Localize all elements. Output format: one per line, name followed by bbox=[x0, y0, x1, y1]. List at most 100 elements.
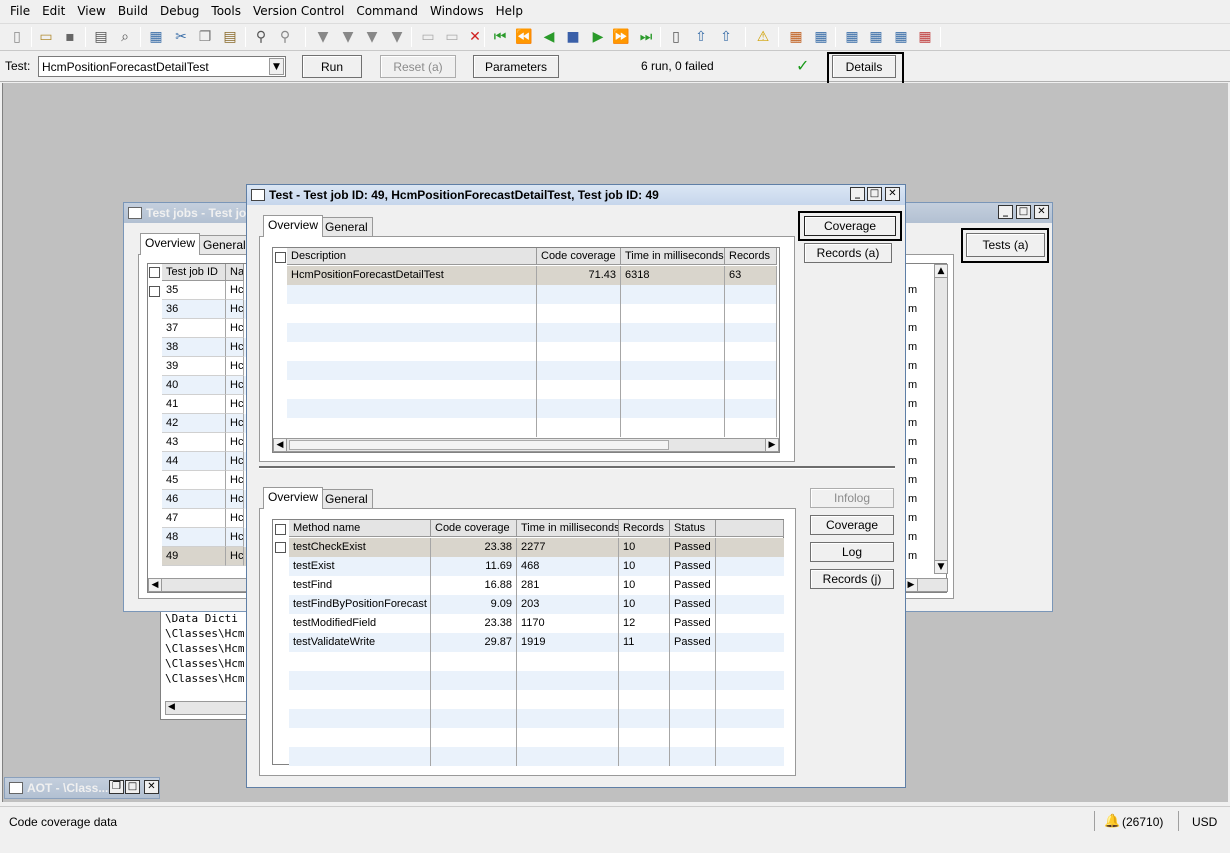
close-icon[interactable]: ✕ bbox=[1034, 205, 1049, 219]
parameters-button[interactable]: Parameters bbox=[473, 55, 559, 78]
alert-icon[interactable]: ⚠ bbox=[754, 28, 772, 46]
method-name-cell[interactable]: testCheckExist bbox=[289, 538, 431, 557]
filter-selection-icon[interactable]: ▼ bbox=[339, 28, 357, 46]
test-job-name-cell[interactable]: Hc bbox=[226, 547, 244, 566]
test-combobox[interactable]: HcmPositionForecastDetailTest ▼ bbox=[38, 56, 286, 77]
menu-debug[interactable]: Debug bbox=[154, 1, 205, 21]
test-job-id-cell[interactable]: 40 bbox=[162, 376, 226, 395]
records-a-button[interactable]: Records (a) bbox=[804, 243, 892, 263]
bell-icon[interactable]: 🔔 bbox=[1104, 813, 1120, 829]
grid-icon[interactable]: ▭ bbox=[419, 28, 437, 46]
lower-col-header[interactable]: Records bbox=[619, 520, 670, 537]
select-all-checkbox[interactable] bbox=[149, 267, 160, 278]
test-job-name-cell[interactable]: Hc bbox=[226, 490, 244, 509]
maximize-icon[interactable]: □ bbox=[125, 780, 140, 794]
first-record-icon[interactable]: ⏮ bbox=[491, 28, 509, 46]
summary-time-cell[interactable]: 6318 bbox=[621, 266, 725, 285]
lower-col-header[interactable]: Method name bbox=[289, 520, 431, 537]
upper-col-header[interactable]: Description bbox=[287, 248, 537, 265]
test-job-name-cell[interactable]: Hc bbox=[226, 357, 244, 376]
method-name-cell[interactable]: testValidateWrite bbox=[289, 633, 431, 652]
tab-overview-lower[interactable]: Overview bbox=[263, 487, 324, 509]
scroll-right-icon[interactable]: ▶ bbox=[904, 578, 918, 592]
method-records-cell[interactable]: 12 bbox=[619, 614, 670, 633]
checklist-icon[interactable]: ▦ bbox=[916, 28, 934, 46]
test-job-id-cell[interactable]: 38 bbox=[162, 338, 226, 357]
remove-filter-icon[interactable]: ▼ bbox=[388, 28, 406, 46]
list-icon[interactable]: ▦ bbox=[812, 28, 830, 46]
tab-general[interactable]: General bbox=[198, 235, 251, 255]
lower-col-header[interactable]: Code coverage bbox=[431, 520, 517, 537]
test-job-name-cell[interactable]: Hc bbox=[226, 509, 244, 528]
scroll-right-icon[interactable]: ▶ bbox=[765, 438, 779, 452]
open-icon[interactable]: ▭ bbox=[37, 28, 55, 46]
advanced-filter-icon[interactable]: ▼ bbox=[363, 28, 381, 46]
find-icon[interactable]: ⚲ bbox=[252, 28, 270, 46]
stop-icon[interactable]: ■ bbox=[564, 28, 582, 46]
infolog-scrollbar[interactable]: ◀ bbox=[165, 701, 255, 715]
method-status-cell[interactable]: Passed bbox=[670, 538, 716, 557]
row-checkbox[interactable] bbox=[275, 542, 286, 553]
print-icon[interactable]: ▤ bbox=[92, 28, 110, 46]
test-job-name-cell[interactable]: Hc bbox=[226, 338, 244, 357]
menu-version-control[interactable]: Version Control bbox=[247, 1, 350, 21]
close-icon[interactable]: ✕ bbox=[144, 780, 159, 794]
test-job-id-cell[interactable]: 36 bbox=[162, 300, 226, 319]
tab-overview-upper[interactable]: Overview bbox=[263, 215, 324, 237]
scroll-down-icon[interactable]: ▼ bbox=[934, 560, 948, 574]
menu-tools[interactable]: Tools bbox=[205, 1, 247, 21]
method-time-cell[interactable]: 281 bbox=[517, 576, 619, 595]
method-time-cell[interactable]: 1919 bbox=[517, 633, 619, 652]
delete-icon[interactable]: ✕ bbox=[466, 28, 484, 46]
test-job-id-cell[interactable]: 46 bbox=[162, 490, 226, 509]
select-all-checkbox[interactable] bbox=[275, 524, 286, 535]
test-job-id-cell[interactable]: 44 bbox=[162, 452, 226, 471]
coverage-lower-button[interactable]: Coverage bbox=[810, 515, 894, 535]
test-job-name-cell[interactable]: Hc bbox=[226, 452, 244, 471]
splitter[interactable] bbox=[259, 466, 895, 469]
reset-button[interactable]: Reset (a) bbox=[380, 55, 456, 78]
method-coverage-cell[interactable]: 29.87 bbox=[431, 633, 517, 652]
method-coverage-cell[interactable]: 23.38 bbox=[431, 538, 517, 557]
export-icon[interactable]: ⇧ bbox=[692, 28, 710, 46]
currency[interactable]: USD bbox=[1192, 815, 1217, 829]
method-name-cell[interactable]: testFind bbox=[289, 576, 431, 595]
test-job-name-cell[interactable]: Hc bbox=[226, 376, 244, 395]
test-job-name-cell[interactable]: Hc bbox=[226, 300, 244, 319]
method-status-cell[interactable]: Passed bbox=[670, 557, 716, 576]
scrollbar-thumb[interactable] bbox=[289, 440, 669, 450]
method-records-cell[interactable]: 10 bbox=[619, 557, 670, 576]
summary-records-cell[interactable]: 63 bbox=[725, 266, 777, 285]
menu-command[interactable]: Command bbox=[350, 1, 424, 21]
method-coverage-cell[interactable]: 9.09 bbox=[431, 595, 517, 614]
lower-col-header[interactable]: Time in milliseconds bbox=[517, 520, 619, 537]
project-icon[interactable]: ▦ bbox=[892, 28, 910, 46]
new-icon[interactable]: ▯ bbox=[8, 28, 26, 46]
method-records-cell[interactable]: 10 bbox=[619, 576, 670, 595]
save-icon[interactable]: ▪ bbox=[61, 28, 79, 46]
test-job-id-cell[interactable]: 49 bbox=[162, 547, 226, 566]
method-name-cell[interactable]: testModifiedField bbox=[289, 614, 431, 633]
test-job-id-cell[interactable]: 48 bbox=[162, 528, 226, 547]
paste-icon[interactable]: ▤ bbox=[221, 28, 239, 46]
restore-icon[interactable]: ❐ bbox=[109, 780, 124, 794]
tab-general-lower[interactable]: General bbox=[320, 489, 373, 509]
method-coverage-cell[interactable]: 11.69 bbox=[431, 557, 517, 576]
coverage-button[interactable]: Coverage bbox=[804, 216, 896, 236]
method-time-cell[interactable]: 1170 bbox=[517, 614, 619, 633]
upper-col-header[interactable]: Records bbox=[725, 248, 777, 265]
col-name[interactable]: Na bbox=[226, 264, 244, 281]
scroll-up-icon[interactable]: ▲ bbox=[934, 264, 948, 278]
upper-col-header[interactable]: Time in milliseconds bbox=[621, 248, 725, 265]
tab-overview[interactable]: Overview bbox=[140, 233, 201, 255]
minimize-icon[interactable]: _ bbox=[850, 187, 865, 201]
minimize-icon[interactable]: _ bbox=[998, 205, 1013, 219]
menu-build[interactable]: Build bbox=[112, 1, 154, 21]
close-icon[interactable]: ✕ bbox=[885, 187, 900, 201]
test-job-name-cell[interactable]: Hc bbox=[226, 319, 244, 338]
maximize-icon[interactable]: □ bbox=[867, 187, 882, 201]
method-time-cell[interactable]: 468 bbox=[517, 557, 619, 576]
test-job-name-cell[interactable]: Hc bbox=[226, 281, 244, 300]
summary-coverage-cell[interactable]: 71.43 bbox=[537, 266, 621, 285]
menu-view[interactable]: View bbox=[71, 1, 111, 21]
